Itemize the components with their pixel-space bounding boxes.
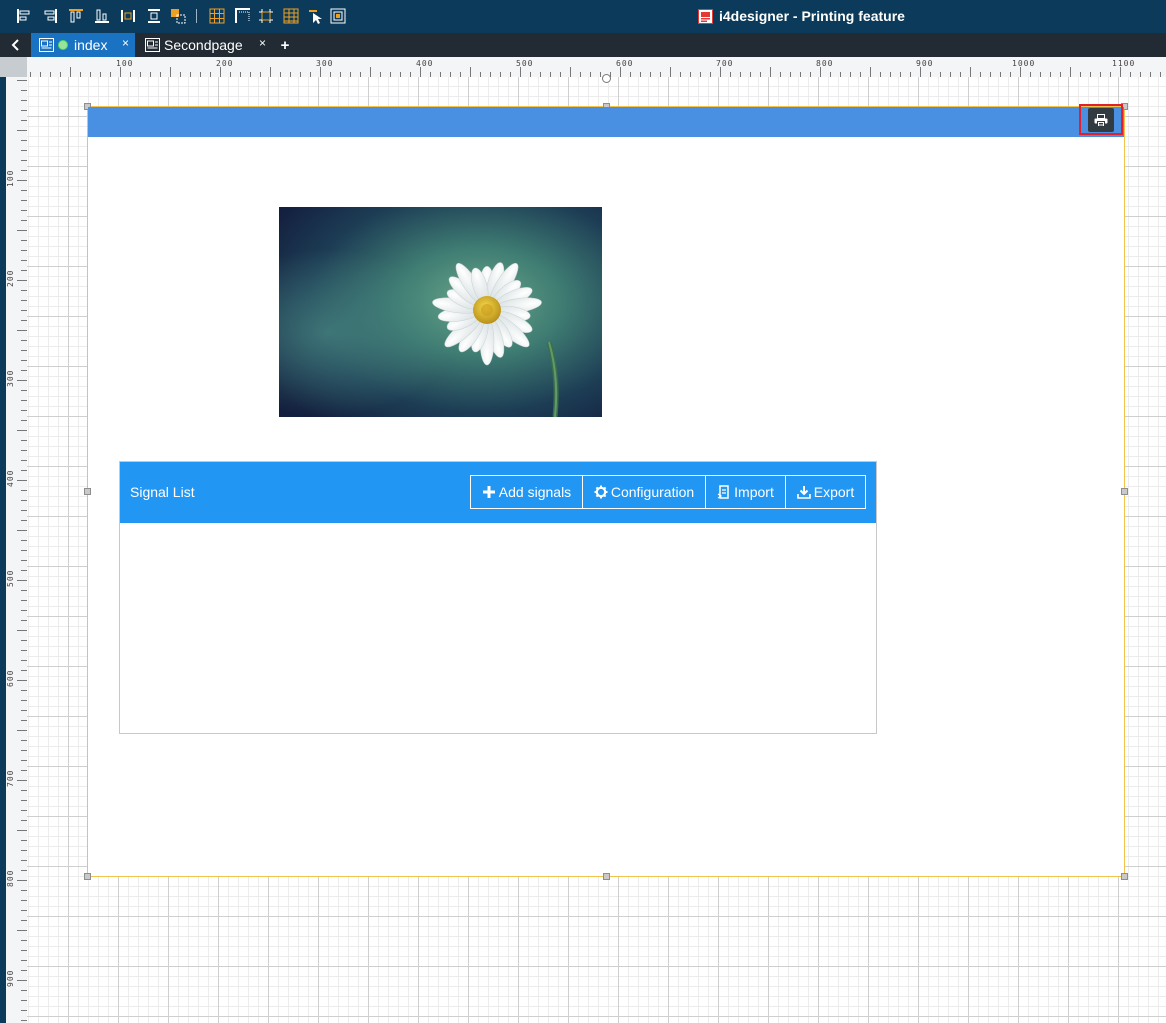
app-title: i4designer - Printing feature xyxy=(719,8,905,24)
ruler-label: 600 xyxy=(616,59,634,68)
page-tab-bar: index × Secondpage × + xyxy=(0,33,1166,57)
page-header-bar[interactable] xyxy=(88,107,1124,137)
snap-icon[interactable] xyxy=(235,8,251,24)
ruler-label: 800 xyxy=(816,59,834,68)
align-bottom-icon[interactable] xyxy=(94,8,110,24)
resize-handle[interactable] xyxy=(1121,488,1128,495)
resize-handle[interactable] xyxy=(84,873,91,880)
left-edge-strip xyxy=(0,77,6,1023)
resize-handle[interactable] xyxy=(84,488,91,495)
tab-label: Secondpage xyxy=(164,37,243,53)
page-icon xyxy=(145,38,160,52)
ruler-label: 900 xyxy=(6,969,15,987)
distribute-vertical-icon[interactable] xyxy=(146,8,162,24)
signal-list-title: Signal List xyxy=(130,484,195,500)
configuration-button[interactable]: Configuration xyxy=(582,475,706,509)
toolbar-separator xyxy=(196,9,197,23)
ruler-label: 100 xyxy=(6,169,15,187)
plus-icon xyxy=(482,486,495,498)
export-label: Export xyxy=(813,484,855,500)
ruler-label: 400 xyxy=(6,469,15,487)
daisy-photo xyxy=(279,207,602,417)
page-icon xyxy=(39,38,54,52)
ruler-label: 400 xyxy=(416,59,434,68)
ruler-label: 700 xyxy=(716,59,734,68)
app-title-area: i4designer - Printing feature xyxy=(698,7,905,25)
grid-icon[interactable] xyxy=(209,8,225,24)
download-icon xyxy=(796,486,811,499)
tab-close-button[interactable]: × xyxy=(122,36,129,50)
align-right-icon[interactable] xyxy=(42,8,58,24)
add-page-button[interactable]: + xyxy=(277,34,293,56)
align-top-icon[interactable] xyxy=(68,8,84,24)
print-button[interactable] xyxy=(1088,108,1114,132)
ruler-label: 800 xyxy=(6,869,15,887)
signal-list-widget[interactable]: Signal List Add signals Configuration Im… xyxy=(119,461,877,734)
tab-index[interactable]: index × xyxy=(31,33,135,57)
live-status-dot xyxy=(58,40,68,50)
rotate-handle-icon[interactable] xyxy=(601,73,612,84)
daisy-image[interactable] xyxy=(279,207,602,417)
ruler-label: 500 xyxy=(6,569,15,587)
signal-list-header: Signal List Add signals Configuration Im… xyxy=(120,462,876,523)
ruler-label: 1000 xyxy=(1012,59,1036,68)
pointer-icon[interactable] xyxy=(307,8,323,24)
tab-secondpage[interactable]: Secondpage × xyxy=(137,33,272,57)
export-button[interactable]: Export xyxy=(785,475,866,509)
ruler-label: 200 xyxy=(216,59,234,68)
resize-handle[interactable] xyxy=(603,873,610,880)
ruler-ticks-horizontal xyxy=(30,67,1161,77)
ruler-label: 500 xyxy=(516,59,534,68)
import-label: Import xyxy=(734,484,774,500)
ruler-label: 200 xyxy=(6,269,15,287)
back-button[interactable] xyxy=(3,34,29,56)
ruler-label: 300 xyxy=(6,369,15,387)
fit-screen-icon[interactable] xyxy=(330,8,346,24)
top-toolbar: i4designer - Printing feature xyxy=(0,0,1166,33)
import-file-icon xyxy=(717,485,729,499)
import-button[interactable]: Import xyxy=(705,475,786,509)
horizontal-ruler: 100 200 300 400 500 600 700 800 900 1000… xyxy=(27,57,1166,78)
ruler-label: 100 xyxy=(116,59,134,68)
ruler-label: 1100 xyxy=(1112,59,1136,68)
ruler-corner xyxy=(0,57,27,77)
table-grid-icon[interactable] xyxy=(283,8,299,24)
ruler-label: 600 xyxy=(6,669,15,687)
ruler-label: 900 xyxy=(916,59,934,68)
gear-icon xyxy=(594,485,608,499)
align-left-icon[interactable] xyxy=(16,8,32,24)
add-signals-button[interactable]: Add signals xyxy=(470,475,583,509)
group-icon[interactable] xyxy=(170,8,186,24)
ruler-label: 700 xyxy=(6,769,15,787)
app-logo-icon xyxy=(698,8,713,24)
resize-handle[interactable] xyxy=(1121,873,1128,880)
distribute-horizontal-icon[interactable] xyxy=(120,8,136,24)
ruler-label: 300 xyxy=(316,59,334,68)
tab-close-button[interactable]: × xyxy=(259,36,266,50)
configuration-label: Configuration xyxy=(610,484,695,500)
add-signals-label: Add signals xyxy=(498,484,572,500)
tab-label: index xyxy=(74,37,108,53)
printer-icon xyxy=(1094,113,1108,127)
resize-icon[interactable] xyxy=(258,8,274,24)
chevron-left-icon xyxy=(11,39,19,51)
